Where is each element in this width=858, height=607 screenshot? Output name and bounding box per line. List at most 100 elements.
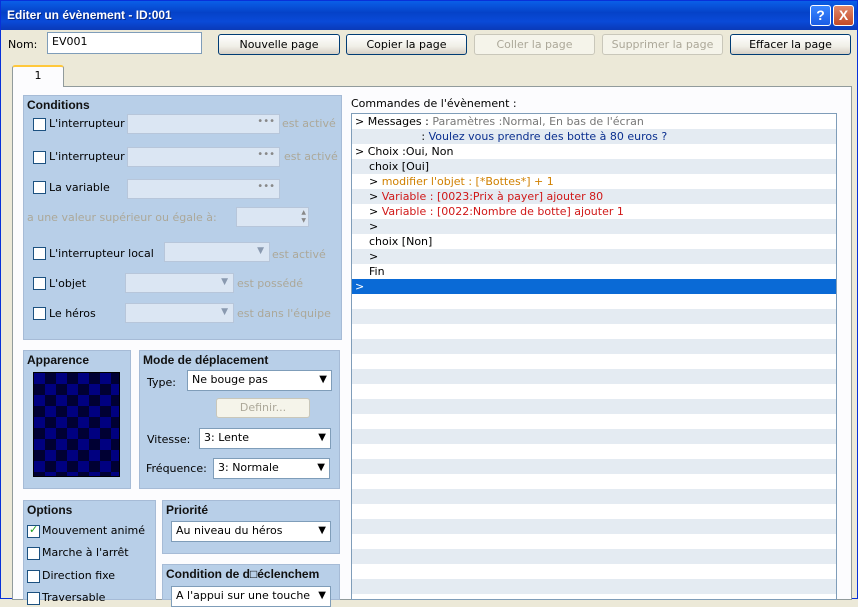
- command-text: >: [355, 190, 382, 203]
- define-route-button[interactable]: Definir...: [216, 398, 310, 418]
- command-text: modifier l'objet : [*Bottes*] + 1: [381, 175, 554, 188]
- name-input[interactable]: EV001: [47, 32, 202, 54]
- empty-command-row[interactable]: [352, 579, 836, 594]
- command-row[interactable]: >: [352, 279, 836, 294]
- command-row[interactable]: choix [Oui]: [352, 159, 836, 174]
- paste-page-button[interactable]: Coller la page: [474, 34, 595, 55]
- event-editor-window: Editer un évènement - ID:001 ? X Nom: EV…: [0, 0, 858, 607]
- movement-type-select[interactable]: Ne bouge pas ▼: [187, 370, 332, 391]
- item-label: L'objet: [49, 277, 87, 290]
- empty-command-row[interactable]: [352, 369, 836, 384]
- chevron-down-icon: ▼: [221, 307, 228, 317]
- item-checkbox[interactable]: [33, 277, 46, 290]
- empty-command-row[interactable]: [352, 519, 836, 534]
- empty-command-row[interactable]: [352, 564, 836, 579]
- movement-title: Mode de déplacement: [143, 353, 269, 367]
- variable-field[interactable]: •••: [127, 179, 280, 199]
- trigger-select[interactable]: A l'appui sur une touche ▼: [171, 586, 331, 607]
- command-text: Fin: [355, 265, 385, 278]
- command-row[interactable]: choix [Non]: [352, 234, 836, 249]
- switch1-checkbox[interactable]: [33, 118, 46, 131]
- command-row[interactable]: > Variable : [0022:Nombre de botte] ajou…: [352, 204, 836, 219]
- command-row[interactable]: > Messages : Paramètres :Normal, En bas …: [352, 114, 836, 129]
- item-select[interactable]: ▼: [125, 273, 234, 293]
- commands-title: Commandes de l'évènement :: [351, 97, 517, 110]
- empty-command-row[interactable]: [352, 549, 836, 564]
- priority-value: Au niveau du héros: [176, 524, 283, 537]
- clear-page-button[interactable]: Effacer la page: [730, 34, 851, 55]
- copy-page-button[interactable]: Copier la page: [346, 34, 467, 55]
- movement-type-label: Type:: [147, 376, 176, 389]
- command-text: Paramètres :Normal, En bas de l'écran: [432, 115, 644, 128]
- switch2-suffix: est activé: [284, 150, 338, 163]
- command-text: :: [355, 130, 429, 143]
- option-animated-label: Mouvement animé: [42, 524, 145, 537]
- priority-select[interactable]: Au niveau du héros ▼: [171, 521, 331, 542]
- browse-icon: •••: [257, 149, 275, 160]
- empty-command-row[interactable]: [352, 489, 836, 504]
- empty-command-row[interactable]: [352, 594, 836, 599]
- close-button[interactable]: X: [833, 5, 854, 26]
- local-switch-select[interactable]: ▼: [164, 242, 270, 262]
- command-text: Variable : [0023:Prix à payer] ajouter 8…: [381, 190, 604, 203]
- spinner-arrows-icon: ▲ ▼: [301, 209, 306, 224]
- option-through-label: Traversable: [42, 591, 106, 604]
- empty-command-row[interactable]: [352, 339, 836, 354]
- empty-command-row[interactable]: [352, 399, 836, 414]
- command-text: >: [355, 205, 382, 218]
- switch2-checkbox[interactable]: [33, 151, 46, 164]
- help-button[interactable]: ?: [810, 5, 831, 26]
- item-suffix: est possédé: [237, 277, 303, 290]
- empty-command-row[interactable]: [352, 294, 836, 309]
- event-graphic-preview[interactable]: [33, 372, 120, 477]
- command-text: Variable : [0022:Nombre de botte] ajoute…: [381, 205, 624, 218]
- empty-command-row[interactable]: [352, 324, 836, 339]
- delete-page-button[interactable]: Supprimer la page: [602, 34, 723, 55]
- variable-value-spinner[interactable]: ▲ ▼: [236, 207, 309, 227]
- frequency-select[interactable]: 3: Normale ▼: [213, 458, 330, 479]
- command-row[interactable]: > Choix :Oui, Non: [352, 144, 836, 159]
- speed-select[interactable]: 3: Lente ▼: [199, 428, 331, 449]
- command-row[interactable]: >: [352, 249, 836, 264]
- option-stop-walk-checkbox[interactable]: [27, 547, 40, 560]
- hero-select[interactable]: ▼: [125, 303, 234, 323]
- switch2-field[interactable]: •••: [127, 147, 280, 167]
- command-text: Voulez vous prendre des botte à 80 euros…: [428, 130, 668, 143]
- chevron-down-icon: ▼: [257, 246, 264, 256]
- switch2-label: L'interrupteur: [49, 150, 125, 163]
- option-animated-checkbox[interactable]: [27, 523, 40, 538]
- empty-command-row[interactable]: [352, 429, 836, 444]
- empty-command-row[interactable]: [352, 444, 836, 459]
- frequency-value: 3: Normale: [218, 461, 279, 474]
- command-row[interactable]: >: [352, 219, 836, 234]
- new-page-button[interactable]: Nouvelle page: [218, 34, 340, 55]
- trigger-title: Condition de d□éclenchem: [166, 567, 320, 581]
- empty-command-row[interactable]: [352, 384, 836, 399]
- command-row[interactable]: : Voulez vous prendre des botte à 80 eur…: [352, 129, 836, 144]
- priority-title: Priorité: [166, 503, 209, 517]
- empty-command-row[interactable]: [352, 474, 836, 489]
- empty-command-row[interactable]: [352, 459, 836, 474]
- event-commands-list[interactable]: > Messages : Paramètres :Normal, En bas …: [351, 113, 837, 600]
- switch1-field[interactable]: •••: [127, 114, 280, 134]
- chevron-down-icon: ▼: [319, 374, 327, 385]
- frequency-label: Fréquence:: [146, 462, 207, 475]
- command-text: >: [355, 220, 379, 233]
- title-bar[interactable]: Editer un évènement - ID:001 ? X: [1, 1, 857, 30]
- empty-command-row[interactable]: [352, 504, 836, 519]
- command-row[interactable]: > Variable : [0023:Prix à payer] ajouter…: [352, 189, 836, 204]
- empty-command-row[interactable]: [352, 309, 836, 324]
- command-row[interactable]: > modifier l'objet : [*Bottes*] + 1: [352, 174, 836, 189]
- command-row[interactable]: Fin: [352, 264, 836, 279]
- hero-checkbox[interactable]: [33, 307, 46, 320]
- empty-command-row[interactable]: [352, 414, 836, 429]
- chevron-down-icon: ▼: [318, 590, 326, 601]
- option-fixed-direction-checkbox[interactable]: [27, 570, 40, 583]
- empty-command-row[interactable]: [352, 354, 836, 369]
- local-switch-checkbox[interactable]: [33, 247, 46, 260]
- tab-page-1[interactable]: 1: [12, 65, 64, 87]
- variable-checkbox[interactable]: [33, 181, 46, 194]
- hero-label: Le héros: [49, 307, 96, 320]
- empty-command-row[interactable]: [352, 534, 836, 549]
- switch1-suffix: est activé: [282, 117, 336, 130]
